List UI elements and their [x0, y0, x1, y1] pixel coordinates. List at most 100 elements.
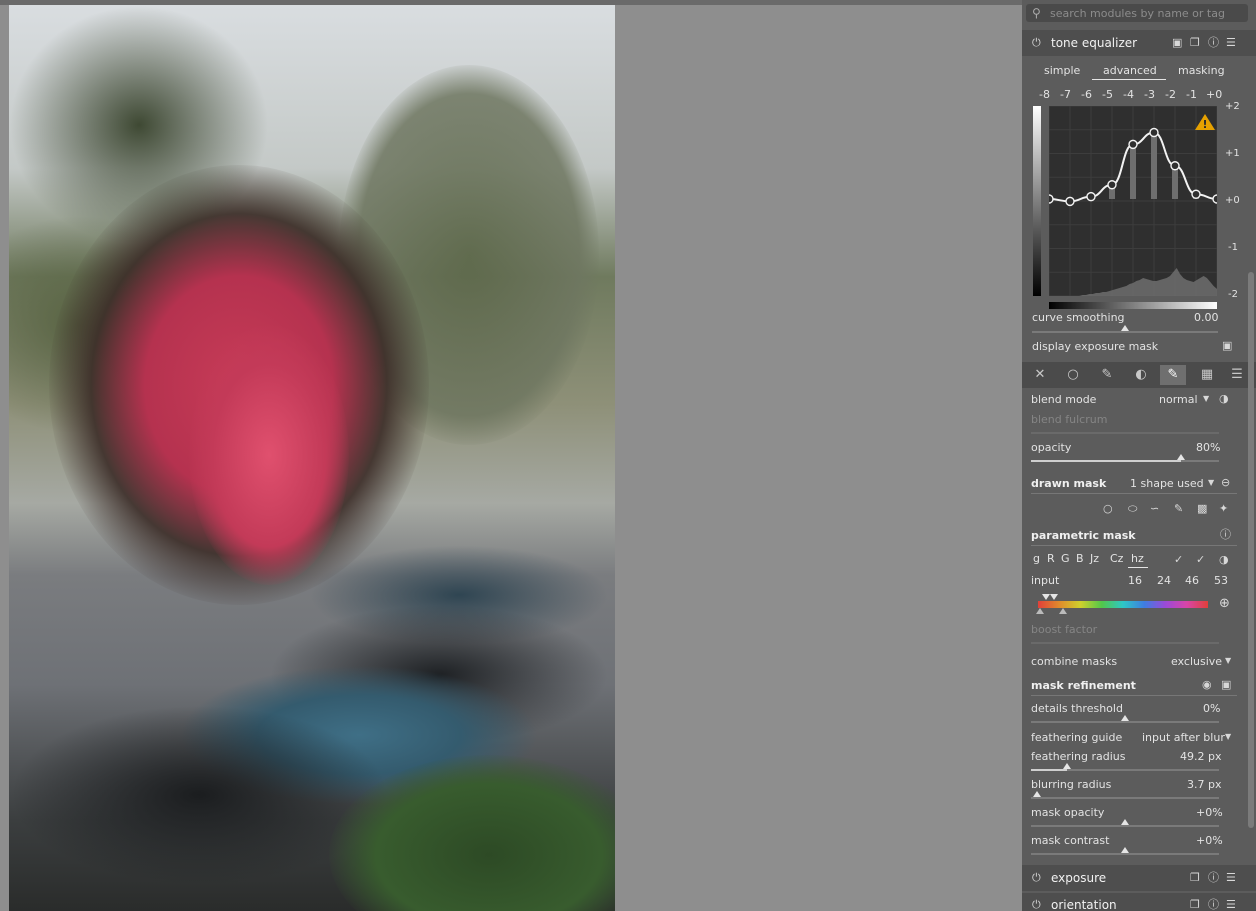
edit-shapes-icon[interactable]: ✦: [1219, 503, 1228, 515]
details-threshold-label: details threshold: [1031, 702, 1123, 715]
feathering-guide-select[interactable]: input after blur: [1142, 731, 1225, 744]
ev-label: -8: [1039, 88, 1050, 101]
slider-marker[interactable]: [1121, 715, 1129, 721]
color-picker-icon[interactable]: ✓: [1174, 554, 1183, 566]
reset-icon[interactable]: ⓘ: [1208, 899, 1219, 911]
range-marker[interactable]: [1050, 594, 1058, 600]
tone-equalizer-graph[interactable]: !: [1049, 106, 1217, 296]
path-shape-icon[interactable]: ∽: [1150, 503, 1159, 515]
ev-label: +0: [1206, 88, 1222, 101]
eye-icon[interactable]: ◉: [1202, 679, 1212, 691]
slider-marker[interactable]: [1121, 819, 1129, 825]
exposure-header[interactable]: ⏻ exposure ❐ ⓘ ☰: [1022, 865, 1256, 891]
slider-marker[interactable]: [1121, 325, 1129, 331]
color-picker-area-icon[interactable]: ✓: [1196, 554, 1205, 566]
channel-tab-G[interactable]: G: [1061, 552, 1070, 565]
reset-icon[interactable]: ⓘ: [1208, 37, 1219, 49]
ev-label: -4: [1123, 88, 1134, 101]
circle-shape-icon[interactable]: ○: [1103, 503, 1113, 515]
opacity-value: 80%: [1196, 441, 1220, 454]
opacity-label: opacity: [1031, 441, 1071, 454]
range-marker[interactable]: [1042, 594, 1050, 600]
mask-contrast-slider[interactable]: [1031, 853, 1219, 855]
mask-display-icon[interactable]: ▣: [1221, 679, 1231, 691]
drawn-parametric-mask-icon[interactable]: ✎: [1160, 365, 1186, 385]
drawn-mask-icon[interactable]: ✎: [1094, 365, 1120, 385]
gradient-shape-icon[interactable]: ▩: [1197, 503, 1207, 515]
mask-refinement-label: mask refinement: [1031, 679, 1136, 692]
slider-marker[interactable]: [1033, 791, 1041, 797]
ev-label: -3: [1144, 88, 1155, 101]
slider-marker[interactable]: [1063, 763, 1071, 769]
reset-icon[interactable]: ⓘ: [1220, 529, 1231, 541]
channel-tab-B[interactable]: B: [1076, 552, 1084, 565]
blend-fulcrum-slider[interactable]: [1031, 432, 1219, 434]
separator: [1031, 545, 1237, 546]
blurring-radius-slider[interactable]: [1031, 797, 1219, 799]
ev-label: -5: [1102, 88, 1113, 101]
raster-mask-icon[interactable]: ▦: [1194, 365, 1220, 385]
orientation-header[interactable]: ⏻ orientation ❐ ⓘ ☰: [1022, 893, 1256, 911]
mask-opacity-slider[interactable]: [1031, 825, 1219, 827]
search-icon: ⚲: [1032, 7, 1041, 19]
curve-smoothing-slider[interactable]: [1032, 331, 1218, 333]
tab-advanced[interactable]: advanced: [1103, 64, 1157, 77]
ellipse-shape-icon[interactable]: ⬭: [1128, 503, 1137, 515]
power-icon[interactable]: ⏻: [1032, 899, 1041, 911]
slider-marker[interactable]: [1121, 847, 1129, 853]
boost-factor-slider[interactable]: [1031, 642, 1219, 644]
channel-tab-g[interactable]: g: [1033, 552, 1040, 565]
y-label: +2: [1225, 101, 1240, 112]
multi-instance-icon[interactable]: ❐: [1190, 899, 1200, 911]
presets-icon[interactable]: ☰: [1226, 37, 1236, 49]
hue-gradient-bar[interactable]: [1038, 601, 1208, 608]
mask-icon[interactable]: ▣: [1172, 37, 1182, 49]
range-marker[interactable]: [1059, 608, 1067, 614]
combine-masks-select[interactable]: exclusive: [1171, 655, 1222, 668]
mask-contrast-value: +0%: [1196, 834, 1223, 847]
tone-equalizer-header[interactable]: ⏻ tone equalizer ▣ ❐ ⓘ ☰: [1022, 30, 1256, 56]
curve-node: [1213, 195, 1217, 203]
reset-icon[interactable]: ⓘ: [1208, 872, 1219, 884]
dropdown-arrow-icon: ▼: [1208, 477, 1214, 489]
feathering-radius-fill: [1031, 769, 1067, 771]
mask-contrast-label: mask contrast: [1031, 834, 1109, 847]
search-box[interactable]: ⚲ search modules by name or tag: [1026, 4, 1248, 22]
dropdown-arrow-icon: ▼: [1225, 655, 1231, 667]
search-input[interactable]: search modules by name or tag: [1050, 7, 1225, 20]
presets-icon[interactable]: ☰: [1226, 872, 1236, 884]
reverse-blend-icon[interactable]: ◑: [1219, 393, 1229, 405]
details-threshold-slider[interactable]: [1031, 721, 1219, 723]
drawn-mask-select[interactable]: 1 shape used: [1130, 477, 1204, 490]
blend-menu-icon[interactable]: ☰: [1224, 365, 1250, 385]
parametric-mask-icon[interactable]: ◐: [1128, 365, 1154, 385]
channel-tab-Jz[interactable]: Jz: [1090, 552, 1099, 565]
presets-icon[interactable]: ☰: [1226, 899, 1236, 911]
channel-tab-hz[interactable]: hz: [1131, 552, 1144, 565]
uniform-blend-icon[interactable]: ○: [1060, 365, 1086, 385]
active-tab-underline: [1092, 79, 1166, 80]
image-canvas[interactable]: [9, 5, 615, 911]
range-marker[interactable]: [1036, 608, 1044, 614]
warning-icon-mark: !: [1202, 118, 1207, 131]
panel-scrollbar[interactable]: [1248, 272, 1254, 828]
channel-tab-Cz[interactable]: Cz: [1110, 552, 1123, 565]
tab-masking[interactable]: masking: [1178, 64, 1225, 77]
invert-polarity-icon[interactable]: ◑: [1219, 554, 1229, 566]
brush-shape-icon[interactable]: ✎: [1174, 503, 1183, 515]
channel-tab-R[interactable]: R: [1047, 552, 1055, 565]
blend-mode-select[interactable]: normal: [1159, 393, 1198, 406]
multi-instance-icon[interactable]: ❐: [1190, 37, 1200, 49]
mask-display-toggle-icon[interactable]: ▣: [1222, 340, 1232, 352]
curve-smoothing-label: curve smoothing: [1032, 311, 1125, 324]
remove-shapes-icon[interactable]: ⊖: [1221, 477, 1230, 489]
opacity-marker[interactable]: [1177, 454, 1185, 460]
tab-simple[interactable]: simple: [1044, 64, 1080, 77]
input-label: input: [1031, 574, 1059, 587]
power-icon[interactable]: ⏻: [1032, 37, 1041, 49]
multi-instance-icon[interactable]: ❐: [1190, 872, 1200, 884]
add-mask-icon[interactable]: ⊕: [1219, 598, 1230, 610]
blend-off-icon[interactable]: ✕: [1027, 365, 1053, 385]
curve-node: [1108, 181, 1116, 189]
power-icon[interactable]: ⏻: [1032, 872, 1041, 884]
